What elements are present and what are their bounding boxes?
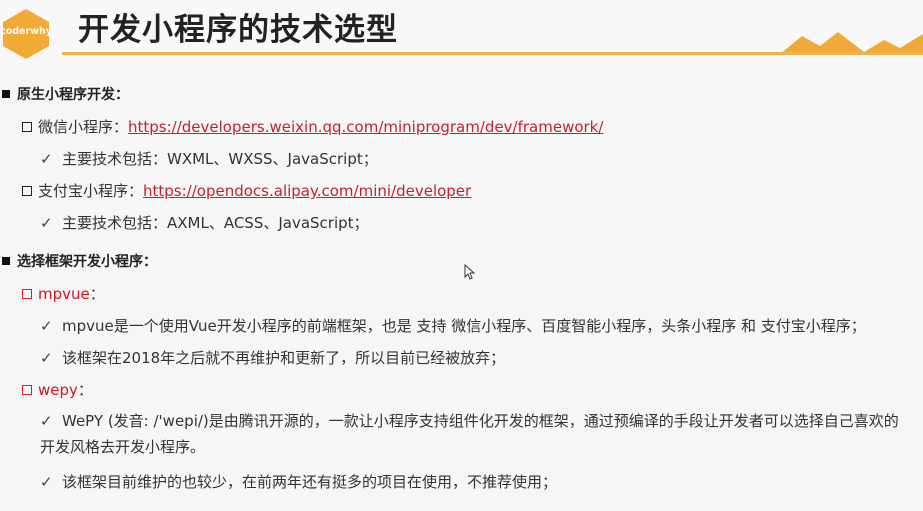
- hollow-square-bullet-icon: [22, 122, 32, 132]
- point-wechat-tech: ✓ 主要技术包括：WXML、WXSS、JavaScript；: [40, 150, 378, 168]
- square-bullet-icon: [2, 257, 10, 265]
- point-wepy-status: ✓ 该框架目前维护的也较少，在前两年还有挺多的项目在使用，不推荐使用；: [40, 473, 558, 491]
- item-alipay: 支付宝小程序：https://opendocs.alipay.com/mini/…: [22, 180, 471, 201]
- mouse-pointer-icon: [464, 264, 476, 280]
- section-framework-title: 选择框架开发小程序：: [2, 251, 157, 271]
- hollow-square-bullet-icon: [22, 385, 32, 395]
- wechat-docs-link[interactable]: https://developers.weixin.qq.com/minipro…: [128, 118, 603, 136]
- item-label: 微信小程序：: [38, 118, 129, 136]
- point-wepy-desc: ✓ WePY (发音: /'wepi/)是由腾讯开源的，一款让小程序支持组件化开发…: [40, 408, 900, 460]
- point-mpvue-desc: ✓ mpvue是一个使用Vue开发小程序的前端框架，也是 支持 微信小程序、百度智…: [40, 317, 866, 335]
- alipay-docs-link[interactable]: https://opendocs.alipay.com/mini/develop…: [143, 182, 471, 200]
- item-wechat: 微信小程序：https://developers.weixin.qq.com/m…: [22, 116, 603, 137]
- check-icon: ✓: [40, 349, 53, 367]
- hollow-square-bullet-icon: [22, 289, 32, 299]
- hollow-square-bullet-icon: [22, 186, 32, 196]
- item-mpvue: mpvue：: [22, 283, 105, 304]
- point-mpvue-status: ✓ 该框架在2018年之后就不再维护和更新了，所以目前已经被放弃；: [40, 349, 506, 367]
- section-native-title: 原生小程序开发：: [2, 84, 129, 104]
- item-label: mpvue: [38, 285, 90, 303]
- point-alipay-tech: ✓ 主要技术包括：AXML、ACSS、JavaScript；: [40, 214, 369, 232]
- slide-content: 原生小程序开发： 微信小程序：https://developers.weixin…: [0, 0, 923, 511]
- item-label: wepy: [38, 381, 78, 399]
- check-icon: ✓: [40, 412, 53, 430]
- square-bullet-icon: [2, 90, 10, 98]
- item-wepy: wepy：: [22, 379, 93, 400]
- check-icon: ✓: [40, 150, 53, 168]
- item-label: 支付宝小程序：: [38, 182, 144, 200]
- check-icon: ✓: [40, 214, 53, 232]
- check-icon: ✓: [40, 317, 53, 335]
- check-icon: ✓: [40, 473, 53, 491]
